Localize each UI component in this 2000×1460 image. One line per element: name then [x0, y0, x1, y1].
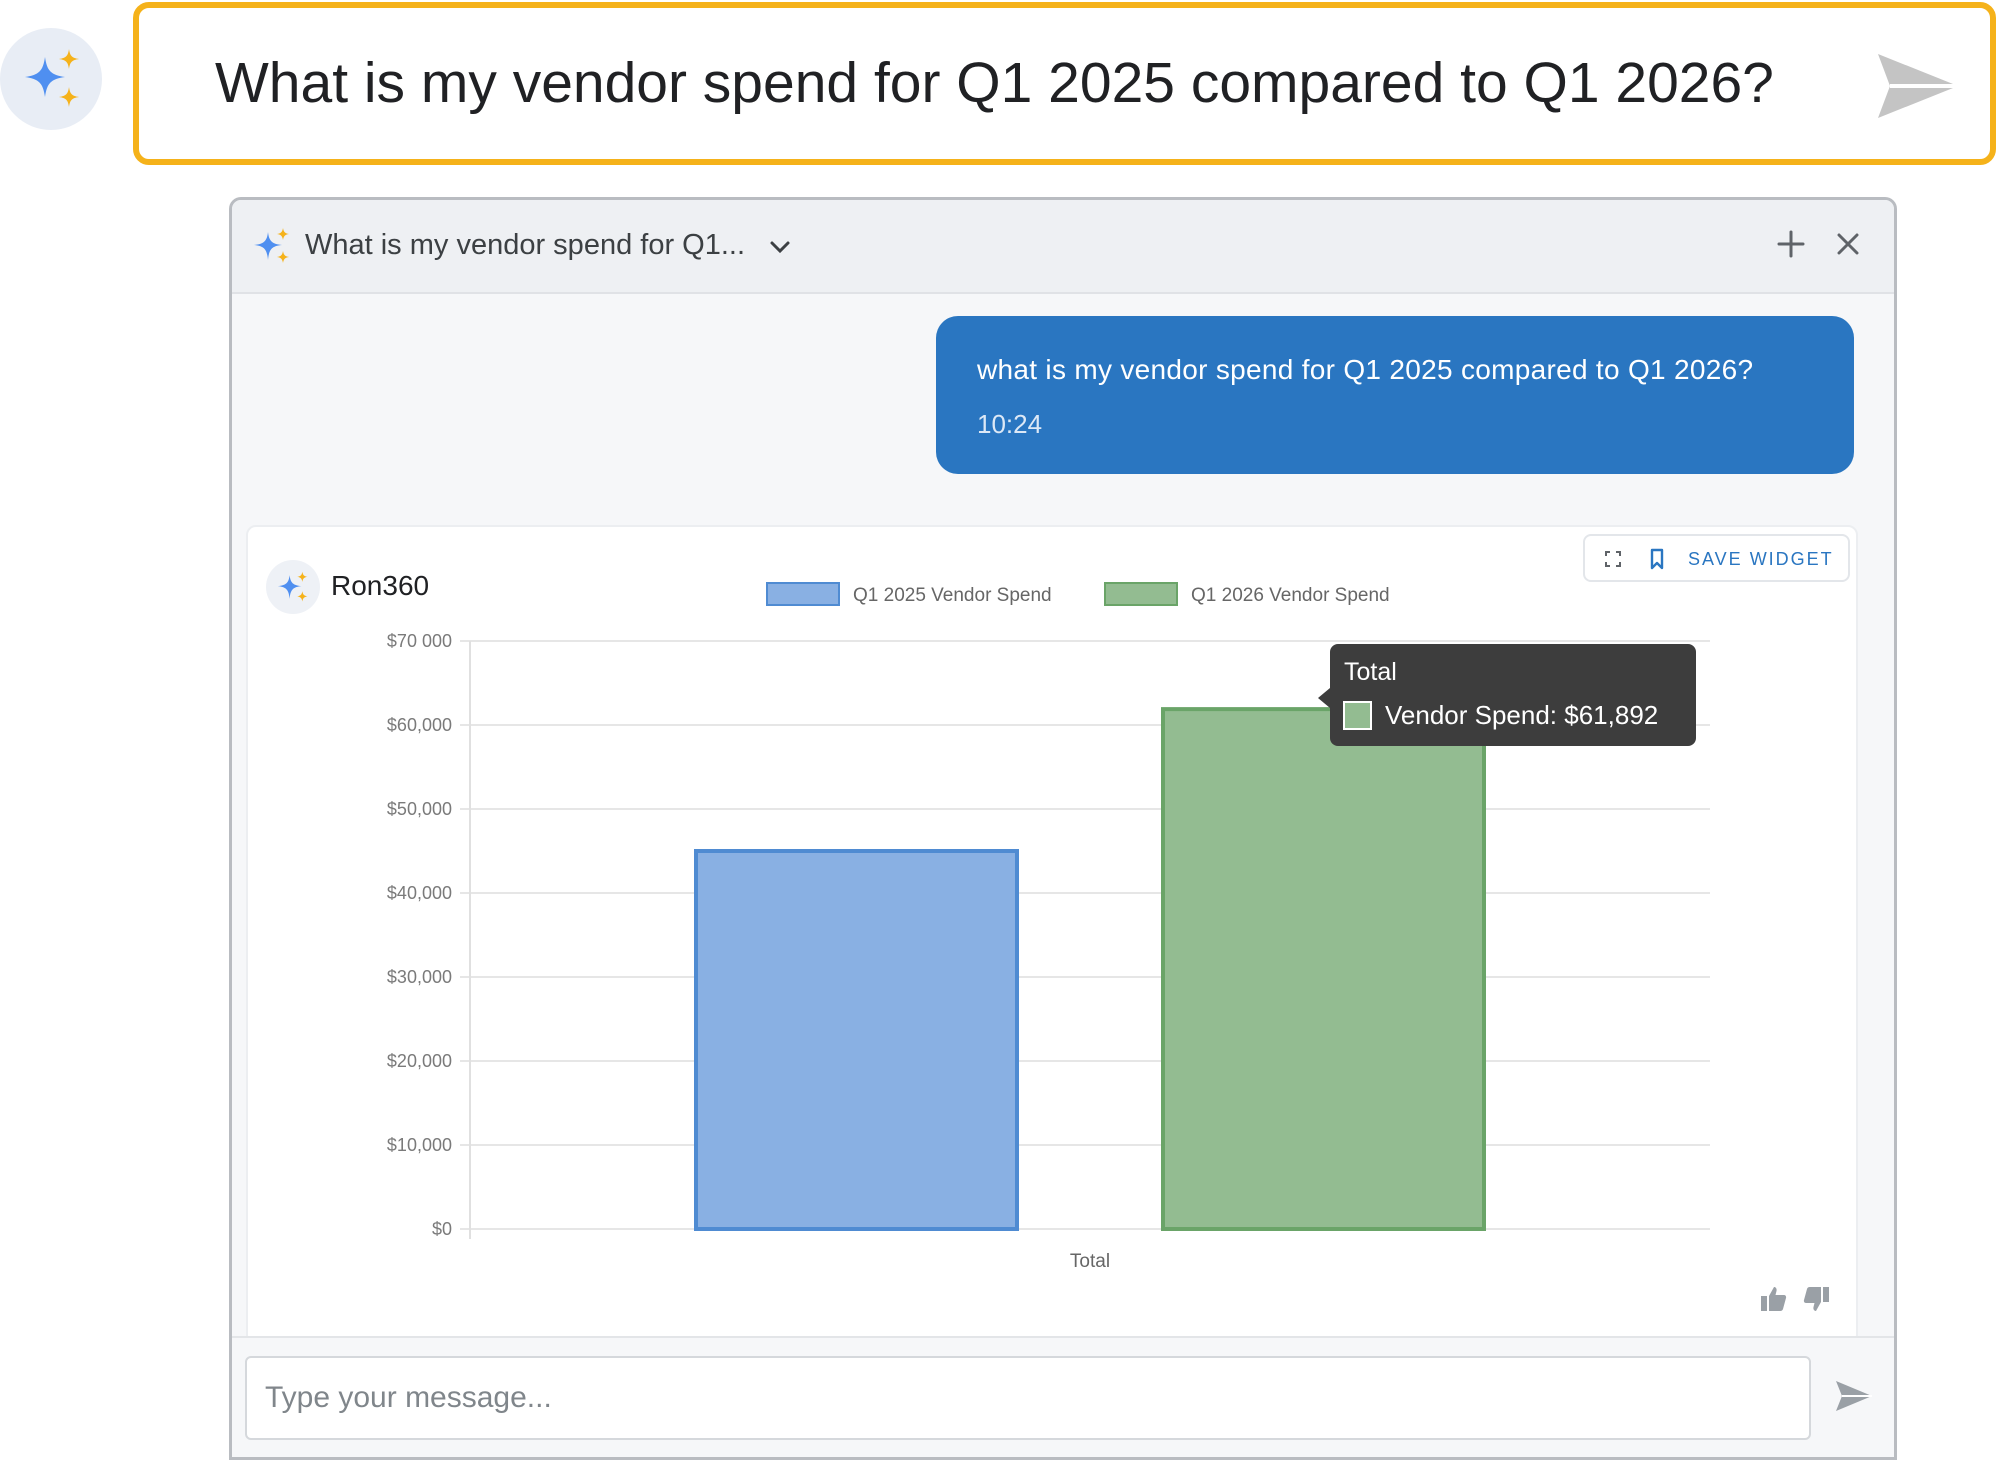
sparkle-icon: [25, 49, 79, 107]
y-tick-label: $20,000: [387, 1051, 452, 1071]
bookmark-icon[interactable]: [1647, 548, 1667, 570]
sparkle-icon: [277, 571, 308, 602]
assistant-avatar: [0, 28, 102, 130]
thumbs-down-icon[interactable]: [1802, 1284, 1832, 1314]
bar-1: [694, 849, 1019, 1231]
y-tick-label: $40,000: [387, 883, 452, 903]
save-widget-button[interactable]: SAVE WIDGET: [1688, 549, 1834, 570]
y-tick-label: $30,000: [387, 967, 452, 987]
chat-window: What is my vendor spend for Q1... what i…: [229, 197, 1897, 1460]
bar-chart: $0 $10,000 $20,000 $30,000 $40,000 $50,000 $60…: [387, 582, 1710, 1272]
legend-label: Q1 2025 Vendor Spend: [853, 585, 1052, 606]
y-tick-label: $10,000: [387, 1135, 452, 1155]
expand-icon[interactable]: [1603, 549, 1623, 569]
legend-label: Q1 2026 Vendor Spend: [1191, 585, 1390, 606]
y-tick-label: $70 000: [387, 631, 452, 651]
tooltip-swatch: [1343, 701, 1372, 730]
tooltip-title: Total: [1344, 658, 1397, 686]
chat-header: What is my vendor spend for Q1...: [232, 200, 1894, 294]
message-input[interactable]: [245, 1356, 1811, 1440]
sparkle-icon: [254, 228, 289, 263]
bot-response-card: $0 $10,000 $20,000 $30,000 $40,000 $50,000 $60…: [246, 525, 1858, 1345]
message-timestamp: 10:24: [977, 409, 1043, 439]
close-icon[interactable]: [1830, 226, 1866, 262]
legend-swatch: [1104, 582, 1178, 606]
tooltip-value: Vendor Spend: $61,892: [1385, 700, 1658, 730]
thumbs-up-icon[interactable]: [1758, 1284, 1788, 1314]
y-tick-label: $0: [432, 1219, 452, 1239]
bar-2: [1161, 707, 1486, 1232]
app-root: What is my vendor spend for Q1 2025 comp…: [0, 0, 2000, 1460]
query-bar[interactable]: What is my vendor spend for Q1 2025 comp…: [133, 2, 1996, 165]
message-composer: [232, 1336, 1894, 1457]
bot-name: Ron360: [331, 570, 430, 601]
legend-swatch: [766, 582, 840, 606]
y-tick-label: $50,000: [387, 799, 452, 819]
y-tick-label: $60,000: [387, 715, 452, 735]
plus-icon[interactable]: [1773, 226, 1809, 262]
send-icon[interactable]: [1834, 1378, 1874, 1414]
tooltip-pointer: [1318, 688, 1330, 708]
query-text: What is my vendor spend for Q1 2025 comp…: [215, 51, 1774, 115]
x-tick-label: Total: [1070, 1251, 1110, 1272]
user-message-text: what is my vendor spend for Q1 2025 comp…: [977, 354, 1754, 385]
user-message-bubble: what is my vendor spend for Q1 2025 comp…: [936, 316, 1854, 474]
send-icon[interactable]: [1876, 50, 1960, 122]
widget-toolbar: SAVE WIDGET: [1583, 534, 1850, 582]
bot-avatar: [266, 560, 320, 614]
chevron-down-icon[interactable]: [765, 232, 795, 262]
chat-title: What is my vendor spend for Q1...: [305, 229, 746, 261]
